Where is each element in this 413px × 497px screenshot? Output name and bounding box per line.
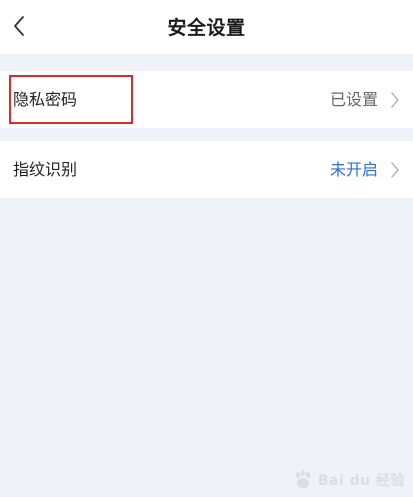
privacy-password-row[interactable]: 隐私密码 已设置 (0, 71, 413, 128)
top-bar: 安全设置 (0, 0, 413, 54)
privacy-password-label: 隐私密码 (13, 90, 78, 109)
chevron-right-icon (391, 162, 399, 178)
fingerprint-label: 指纹识别 (13, 160, 78, 179)
chevron-right-icon (391, 92, 399, 108)
baidu-paw-icon (295, 470, 311, 488)
page-title: 安全设置 (167, 17, 246, 39)
fingerprint-row[interactable]: 指纹识别 未开启 (0, 141, 413, 198)
watermark-text: Bai du 经验 (317, 473, 405, 489)
fingerprint-status: 未开启 (329, 160, 378, 179)
privacy-password-status: 已设置 (329, 90, 378, 109)
watermark: Bai du 经验 (292, 469, 405, 491)
